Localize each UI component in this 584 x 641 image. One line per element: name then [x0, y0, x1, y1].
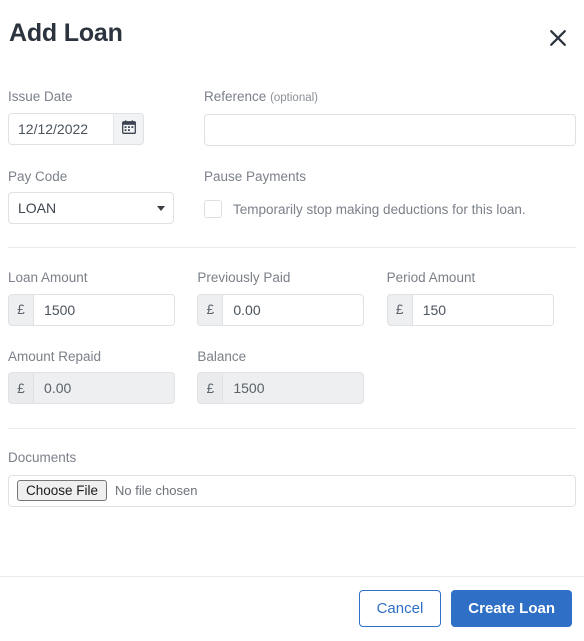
previously-paid-input[interactable]: [222, 293, 365, 326]
create-loan-button[interactable]: Create Loan: [451, 590, 572, 627]
period-amount-input-group: £: [386, 293, 554, 326]
period-amount-label: Period Amount: [386, 270, 476, 285]
row-paycode-pause: Pay Code LOAN Pause Payments Temporarily…: [8, 168, 576, 225]
previously-paid-input-group: £: [197, 293, 365, 326]
loan-amount-label: Loan Amount: [8, 270, 88, 285]
field-issue-date: Issue Date: [8, 90, 204, 145]
close-icon: [548, 28, 568, 48]
row-issue-date-reference: Issue Date 12/12/2022 Reference (optiona…: [8, 90, 576, 146]
cancel-button[interactable]: Cancel: [358, 590, 442, 627]
currency-symbol: £: [8, 293, 34, 326]
currency-symbol: £: [8, 372, 34, 404]
amount-repaid-label: Amount Repaid: [8, 348, 102, 364]
pay-code-label: Pay Code: [8, 168, 68, 184]
reference-label-text: Reference: [204, 89, 267, 104]
field-loan-amount: Loan Amount £: [8, 271, 197, 326]
choose-file-input[interactable]: [17, 480, 567, 501]
row-amounts-readonly: Amount Repaid £ Balance £: [8, 348, 576, 404]
currency-symbol: £: [197, 293, 223, 326]
amount-repaid-input: [33, 372, 175, 404]
balance-label: Balance: [197, 348, 247, 364]
issue-date-input-group: [8, 112, 144, 145]
field-reference: Reference (optional): [204, 90, 576, 146]
dialog-header: Add Loan: [0, 0, 584, 68]
pause-payments-checkbox[interactable]: [204, 200, 222, 218]
row-amounts-primary: Loan Amount £ Previously Paid £ Period A…: [8, 271, 576, 326]
field-pay-code: Pay Code LOAN: [8, 168, 204, 224]
field-period-amount: Period Amount £: [386, 270, 576, 326]
amount-repaid-input-group: £: [8, 372, 175, 404]
currency-symbol: £: [197, 372, 223, 404]
loan-amount-input-group: £: [8, 293, 175, 326]
loan-amount-input[interactable]: [33, 293, 175, 326]
amounts-section: Loan Amount £ Previously Paid £ Period A…: [8, 248, 576, 404]
add-loan-dialog: Add Loan Issue Date 12/12/2022 Reference…: [0, 0, 584, 641]
loan-details-section: Issue Date 12/12/2022 Reference (optiona…: [8, 68, 576, 224]
dialog-footer: Cancel Create Loan: [0, 577, 584, 641]
issue-date-label: Issue Date: [8, 89, 73, 104]
calendar-icon: [121, 120, 136, 137]
field-previously-paid: Previously Paid £: [197, 271, 386, 326]
balance-input: [222, 372, 365, 404]
close-button[interactable]: [544, 24, 572, 52]
previously-paid-label: Previously Paid: [197, 270, 291, 285]
documents-section: Documents: [8, 429, 576, 507]
pause-payments-label: Pause Payments: [204, 168, 307, 184]
issue-date-input[interactable]: [8, 112, 113, 145]
period-amount-input[interactable]: [411, 293, 554, 326]
pause-payments-checkbox-row: Temporarily stop making deductions for t…: [204, 192, 576, 224]
field-amount-repaid: Amount Repaid £: [8, 348, 197, 404]
documents-label: Documents: [8, 450, 77, 465]
reference-label: Reference (optional): [204, 90, 576, 105]
calendar-picker-button[interactable]: [113, 112, 144, 145]
field-balance: Balance £: [197, 348, 386, 404]
reference-optional-note: (optional): [270, 92, 319, 104]
field-pause-payments: Pause Payments Temporarily stop making d…: [204, 168, 576, 225]
page-title: Add Loan: [9, 19, 123, 47]
balance-input-group: £: [197, 372, 365, 404]
documents-file-field[interactable]: [8, 474, 576, 507]
reference-input[interactable]: [204, 113, 576, 146]
pause-payments-checkbox-label: Temporarily stop making deductions for t…: [233, 201, 526, 217]
dialog-body: Issue Date 12/12/2022 Reference (optiona…: [0, 68, 584, 576]
currency-symbol: £: [386, 293, 412, 326]
pay-code-select-wrapper: LOAN: [8, 192, 174, 224]
pay-code-select[interactable]: LOAN: [8, 192, 174, 224]
